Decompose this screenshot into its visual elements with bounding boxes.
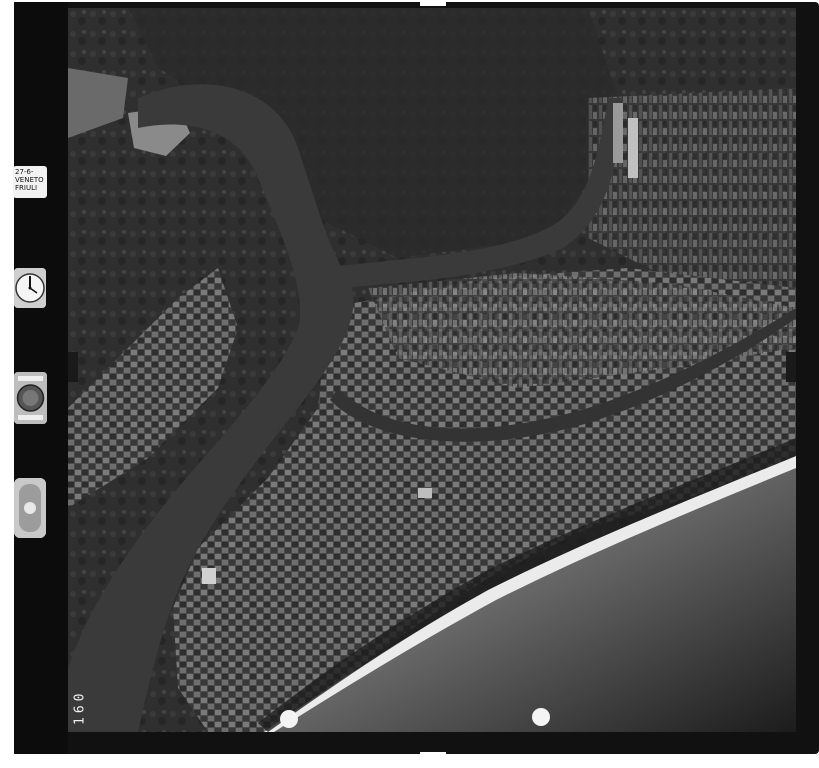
region-label-card: 27-6- VENETO FRIULI (13, 166, 47, 198)
frame-number: 160 (72, 689, 88, 725)
aerial-photograph (68, 8, 796, 732)
region-card-line1: 27-6- (15, 168, 34, 176)
fiducial-notch-left (68, 352, 78, 382)
region-card-line3: FRIULI (15, 184, 38, 192)
film-hole-left (280, 710, 298, 728)
fiducial-notch-top (420, 0, 446, 6)
clock-icon (14, 268, 46, 308)
altimeter-icon (14, 372, 47, 424)
bubble-level-icon (14, 478, 46, 538)
fiducial-notch-bottom (420, 752, 446, 768)
fiducial-notch-right (786, 352, 796, 382)
region-card-line2: VENETO (15, 176, 44, 184)
aerial-photo-drawing (68, 8, 796, 732)
film-hole-right (532, 708, 550, 726)
